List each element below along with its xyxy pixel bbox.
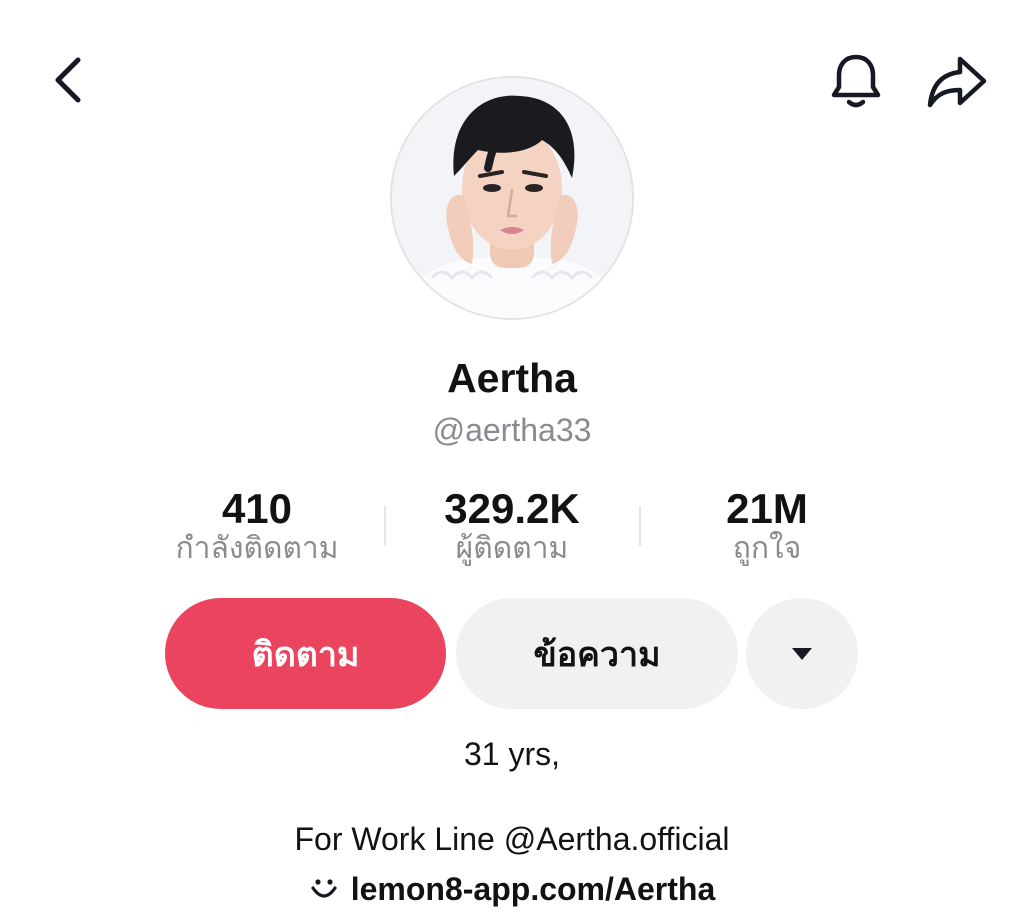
- bio-work-contact: For Work Line @Aertha.official: [294, 821, 730, 857]
- followers-stat[interactable]: 329.2K ผู้ติดตาม: [382, 484, 642, 566]
- bio-age: 31 yrs,: [463, 736, 561, 772]
- avatar-portrait-image: [392, 78, 632, 318]
- likes-label: ถูกใจ: [732, 532, 802, 565]
- profile-avatar[interactable]: [390, 76, 634, 320]
- followers-count: 329.2K: [444, 485, 580, 532]
- followers-label: ผู้ติดตาม: [455, 532, 569, 565]
- more-options-button[interactable]: [746, 598, 858, 709]
- share-arrow-icon: [927, 56, 987, 108]
- notification-bell-button[interactable]: [822, 48, 890, 114]
- share-button[interactable]: [922, 50, 992, 112]
- caret-down-icon: [792, 647, 812, 660]
- following-stat[interactable]: 410 กำลังติดตาม: [127, 484, 387, 566]
- likes-stat: 21M ถูกใจ: [637, 484, 897, 566]
- likes-count: 21M: [726, 485, 808, 532]
- display-name: Aertha: [447, 355, 577, 401]
- username: @aertha33: [432, 412, 592, 448]
- bell-icon: [831, 54, 881, 108]
- following-count: 410: [221, 485, 293, 532]
- follow-button[interactable]: ติดตาม: [165, 598, 446, 709]
- message-button[interactable]: ข้อความ: [456, 598, 738, 709]
- lemon8-smile-icon: [311, 879, 337, 898]
- bio-link-text[interactable]: lemon8-app.com/Aertha: [351, 869, 716, 909]
- chevron-left-icon: [55, 57, 81, 103]
- bio-link[interactable]: lemon8-app.com/Aertha: [0, 869, 1024, 909]
- back-button[interactable]: [40, 50, 96, 110]
- following-label: กำลังติดตาม: [175, 532, 339, 565]
